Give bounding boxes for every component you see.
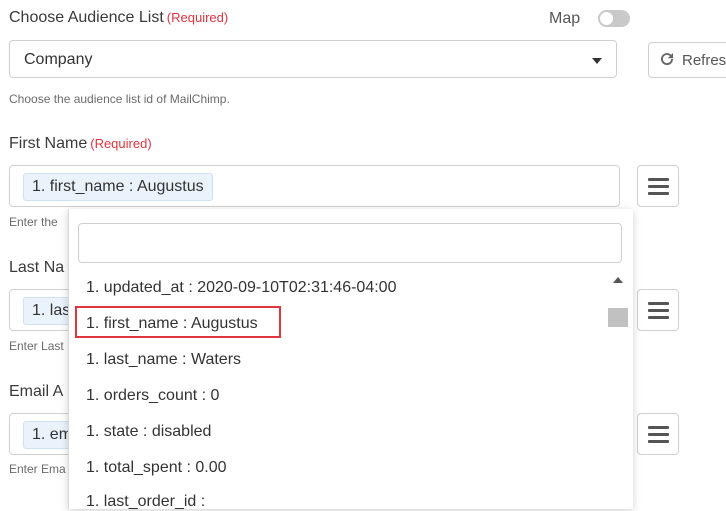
audience-label-text: Choose Audience List [9, 9, 164, 26]
audience-select[interactable]: Company [9, 40, 617, 78]
first-name-label: First Name (Required) [9, 135, 152, 153]
first-name-help: Enter the [9, 215, 58, 229]
email-help: Enter Ema [9, 462, 66, 476]
last-name-label: Last Na [9, 259, 65, 276]
toggle-knob [600, 12, 613, 25]
email-label: Email A [9, 383, 64, 400]
required-badge: (Required) [166, 10, 229, 25]
hamburger-icon-line [648, 185, 669, 188]
last-name-menu-button[interactable] [637, 289, 679, 331]
caret-down-icon [592, 58, 602, 64]
required-badge: (Required) [90, 136, 152, 151]
refresh-icon [661, 53, 674, 66]
scrollbar-thumb[interactable] [608, 308, 628, 327]
field-dropdown: 1. updated_at : 2020-09-10T02:31:46-04:0… [68, 209, 633, 511]
audience-help: Choose the audience list id of MailChimp… [9, 92, 230, 106]
dropdown-item[interactable]: 1. last_name : Waters [86, 351, 241, 369]
hamburger-icon-line [648, 316, 669, 319]
dropdown-item[interactable]: 1. total_spent : 0.00 [86, 459, 227, 477]
audience-label: Choose Audience List (Required) [9, 9, 228, 27]
scroll-up-arrow-icon[interactable] [613, 277, 623, 283]
dropdown-item[interactable]: 1. orders_count : 0 [86, 387, 219, 405]
hamburger-icon-line [648, 433, 669, 436]
first-name-field[interactable]: 1. first_name : Augustus [9, 165, 620, 207]
dropdown-search-input[interactable] [78, 223, 622, 263]
first-name-chip[interactable]: 1. first_name : Augustus [23, 173, 213, 201]
refresh-label: Refresh [682, 52, 726, 69]
dropdown-item-selected[interactable]: 1. first_name : Augustus [86, 315, 258, 333]
dropdown-item[interactable]: 1. last_order_id : [86, 493, 205, 511]
map-label: Map [549, 10, 581, 27]
first-name-label-text: First Name [9, 135, 88, 152]
last-name-help: Enter Last [9, 339, 64, 353]
first-name-menu-button[interactable] [637, 165, 679, 207]
hamburger-icon-line [648, 440, 669, 443]
dropdown-item[interactable]: 1. updated_at : 2020-09-10T02:31:46-04:0… [86, 279, 396, 297]
map-toggle[interactable] [598, 10, 630, 27]
hamburger-icon [648, 302, 669, 305]
dropdown-item[interactable]: 1. state : disabled [86, 423, 211, 441]
audience-select-value: Company [24, 51, 93, 68]
email-menu-button[interactable] [637, 413, 679, 455]
hamburger-icon [648, 426, 669, 429]
hamburger-icon-line [648, 192, 669, 195]
hamburger-icon [648, 178, 669, 181]
hamburger-icon-line [648, 309, 669, 312]
refresh-button[interactable]: Refresh [648, 42, 726, 78]
